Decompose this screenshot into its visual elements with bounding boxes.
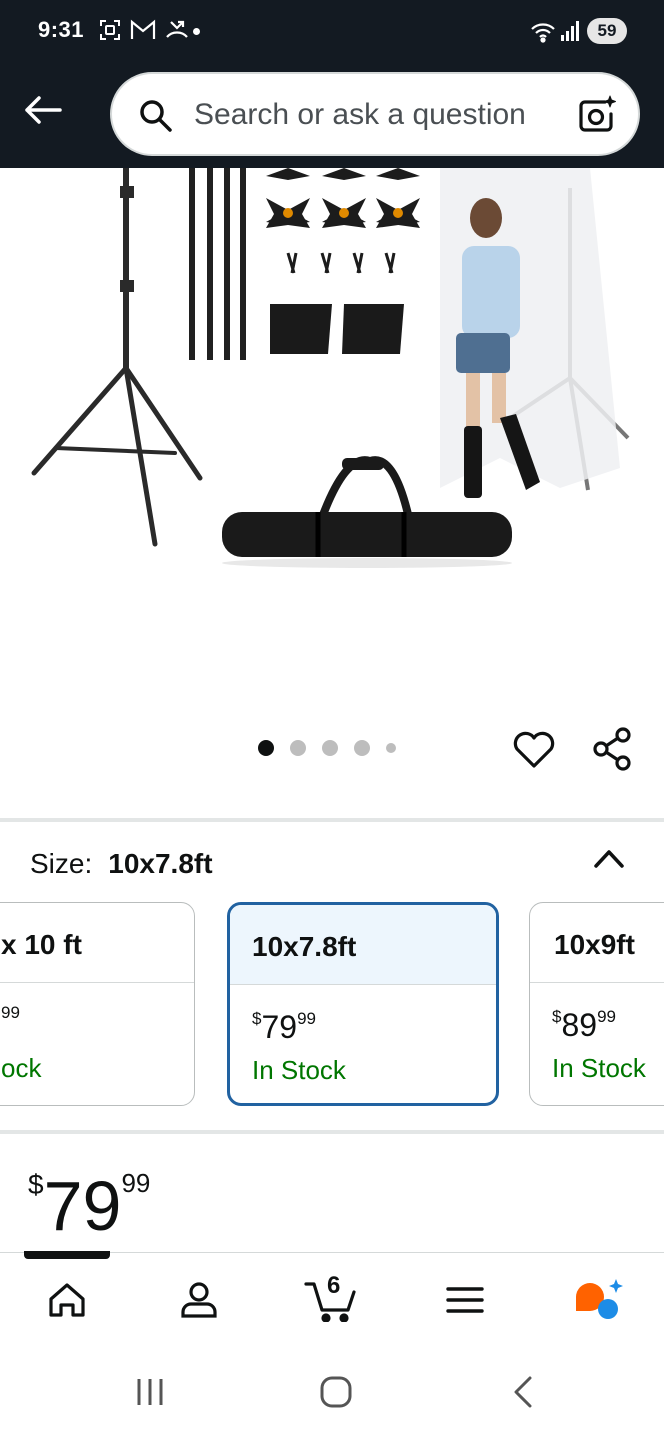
size-option-card-selected[interactable]: 10x7.8ft $7999 In Stock [227,902,499,1106]
nav-home[interactable] [37,1270,97,1330]
pagination-dot-active[interactable] [258,740,274,756]
price-whole: 89 [561,1007,598,1043]
person-icon [181,1282,217,1318]
status-bar: 9:31 59 [0,0,664,62]
notification-dot [193,28,200,35]
price-whole: 79 [261,1009,298,1045]
size-option-price: $8999 [552,1007,616,1044]
size-label: Size: [30,848,93,879]
share-button[interactable] [590,726,636,772]
home-system-icon [320,1376,352,1408]
nav-account[interactable] [169,1270,229,1330]
product-price: $7999 [28,1166,150,1246]
price-fraction: 99 [297,1009,316,1028]
price-fraction: 99 [1,1003,20,1022]
back-system-button[interactable] [503,1370,543,1414]
status-time: 9:31 [38,17,85,42]
notification-icons [98,18,190,42]
hamburger-menu-icon [446,1287,484,1313]
recent-apps-icon [137,1379,163,1405]
size-option-card[interactable]: 10x9ft $8999 In Stock [529,902,664,1106]
gmail-icon [130,19,156,39]
size-option-title: 10x7.8ft [230,905,496,985]
size-selector-header[interactable]: Size: 10x7.8ft [30,848,213,880]
size-option-title: x 10 ft [0,903,194,983]
top-bar: 9:31 59 Search or ask a question [0,0,664,168]
back-arrow-icon [25,96,62,124]
cart-count-badge: 6 [327,1272,341,1299]
price-currency: $ [252,1009,262,1028]
battery-indicator: 59 [587,18,627,44]
price-currency: $ [552,1007,562,1026]
home-icon [49,1283,85,1317]
recent-apps-button[interactable] [130,1370,170,1414]
share-icon [593,727,631,771]
screenshot-icon [100,20,120,40]
selected-size: 10x7.8ft [108,848,213,879]
wishlist-button[interactable] [511,726,557,772]
size-option-stock: In Stock [252,1055,346,1085]
price-currency: $ [28,1169,44,1200]
image-pagination[interactable] [258,740,396,756]
price-fraction: 99 [597,1007,616,1026]
home-system-button[interactable] [316,1370,356,1414]
back-button[interactable] [20,90,66,130]
missed-call-icon [166,20,188,38]
search-placeholder[interactable]: Search or ask a question [194,98,526,132]
size-option-price: $7999 [252,1009,316,1046]
size-option-stock: ock [1,1053,42,1083]
section-divider [0,1130,664,1134]
pagination-dot[interactable] [386,743,396,753]
signal-icon [561,21,579,41]
nav-menu[interactable] [435,1270,495,1330]
back-chevron-icon [514,1376,532,1408]
active-tab-indicator [24,1251,110,1259]
pagination-dot[interactable] [290,740,306,756]
chevron-up-icon[interactable] [592,846,626,870]
wifi-icon [531,23,555,43]
size-option-card[interactable]: x 10 ft 99 ock [0,902,195,1106]
heart-icon [513,731,555,768]
product-photo [31,168,630,568]
pagination-dot[interactable] [354,740,370,756]
nav-rufus[interactable] [568,1270,628,1330]
size-option-price: 99 [1,1003,20,1040]
search-icon [140,100,172,132]
pagination-dot[interactable] [322,740,338,756]
product-image[interactable] [0,168,664,728]
size-option-title: 10x9ft [530,903,664,983]
rufus-assistant-icon [576,1279,623,1319]
camera-search-icon[interactable] [575,94,619,138]
section-divider [0,818,664,822]
search-bar[interactable]: Search or ask a question [110,72,640,156]
size-option-stock: In Stock [552,1053,646,1083]
price-fraction: 99 [121,1168,151,1198]
price-whole: 79 [43,1167,122,1245]
